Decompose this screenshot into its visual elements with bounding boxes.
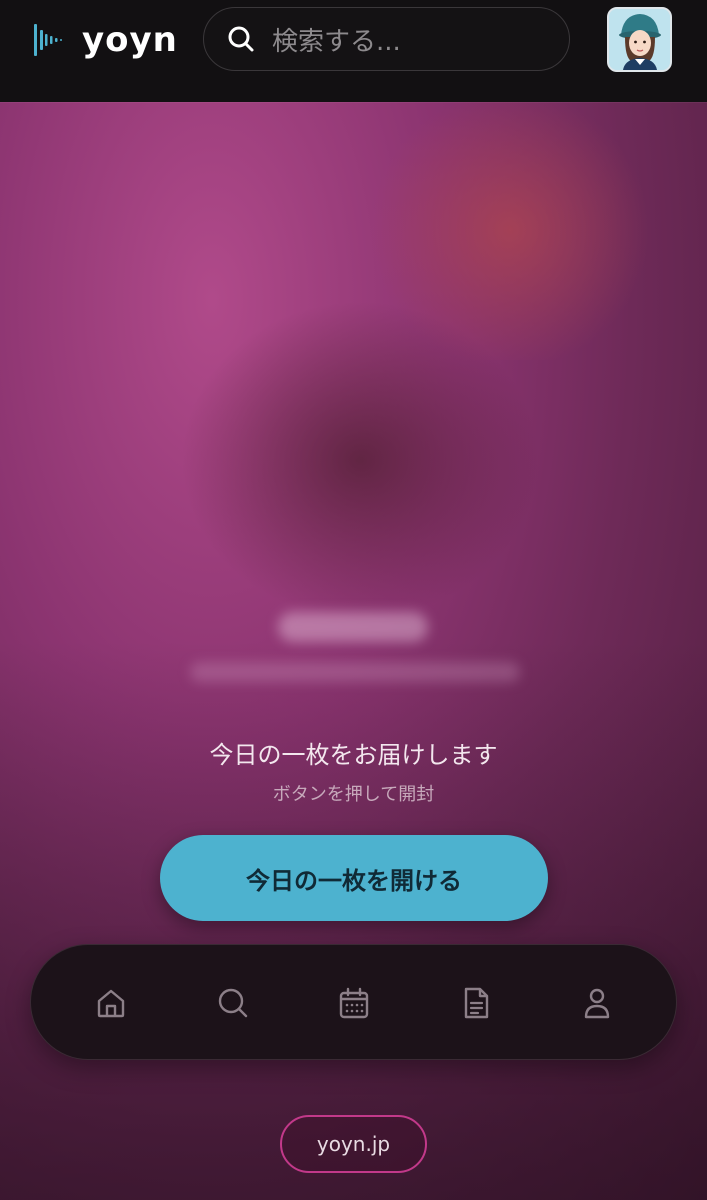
top-header: yoyn 検索する... bbox=[0, 0, 707, 102]
profile-icon bbox=[584, 988, 610, 1019]
calendar-icon bbox=[339, 987, 369, 1019]
blurred-title bbox=[278, 612, 428, 642]
user-avatar[interactable] bbox=[607, 7, 672, 72]
search-icon bbox=[228, 26, 254, 52]
document-icon bbox=[464, 987, 489, 1019]
app-page: yoyn 検索する... 今日の一枚をお届けします ボタンを押して開封 今日の一… bbox=[0, 0, 707, 1200]
blurred-caption bbox=[190, 662, 520, 682]
waveform-logo-icon bbox=[34, 24, 62, 56]
brand-name: yoyn bbox=[82, 20, 178, 60]
daily-card-subtitle: ボタンを押して開封 bbox=[272, 784, 435, 805]
brand-logo[interactable]: yoyn bbox=[30, 20, 178, 60]
nav-documents[interactable] bbox=[456, 983, 496, 1023]
nav-search[interactable] bbox=[213, 983, 253, 1023]
nav-profile[interactable] bbox=[577, 983, 617, 1023]
background-shadow bbox=[180, 300, 540, 620]
home-icon bbox=[97, 989, 125, 1018]
site-link[interactable]: yoyn.jp bbox=[280, 1115, 427, 1173]
avatar-illustration-icon bbox=[609, 9, 670, 70]
nav-home[interactable] bbox=[91, 983, 131, 1023]
bottom-navigation bbox=[30, 944, 677, 1060]
search-bar[interactable]: 検索する... bbox=[203, 7, 570, 71]
daily-card-title: 今日の一枚をお届けします bbox=[209, 741, 498, 769]
nav-calendar[interactable] bbox=[334, 983, 374, 1023]
open-today-card-button[interactable]: 今日の一枚を開ける bbox=[160, 835, 548, 921]
search-placeholder: 検索する... bbox=[272, 26, 401, 57]
search-icon bbox=[218, 988, 248, 1018]
